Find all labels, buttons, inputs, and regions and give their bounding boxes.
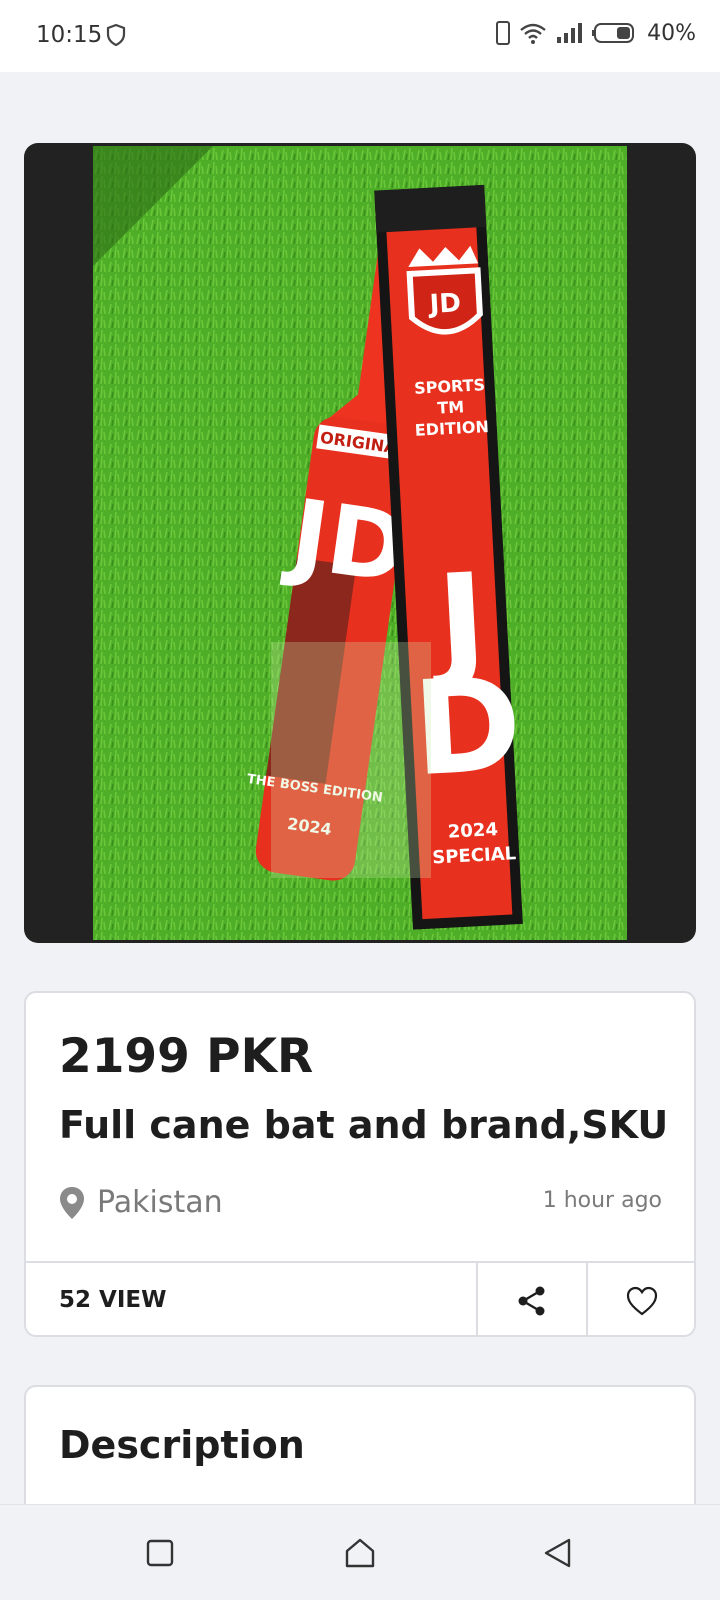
listing-location: Pakistan — [59, 1185, 223, 1220]
view-count: 52 VIEW — [59, 1287, 167, 1313]
listing-title: Full cane bat and brand,SKU — [59, 1103, 669, 1147]
heart-icon — [626, 1286, 658, 1316]
signal-icon — [557, 23, 583, 43]
system-nav-bar — [0, 1504, 720, 1600]
battery-icon — [592, 23, 635, 43]
cover-brand-text: JD — [427, 288, 462, 320]
recents-button[interactable] — [140, 1533, 180, 1573]
cover-line1-text: SPORTS — [414, 375, 486, 398]
posted-time: 1 hour ago — [542, 1188, 662, 1213]
cover-line2-text: TM — [437, 397, 465, 417]
listing-price: 2199 PKR — [59, 1029, 314, 1084]
location-pin-icon — [60, 1186, 84, 1219]
phone-icon — [496, 21, 511, 45]
share-icon — [518, 1286, 545, 1316]
shield-icon — [106, 23, 126, 47]
cover-special-text: SPECIAL — [432, 843, 517, 868]
share-button[interactable] — [478, 1263, 586, 1335]
product-photo: ORIGINAL JD THE BOSS EDITION 2024 JD SPO… — [93, 146, 627, 940]
wifi-icon — [520, 23, 546, 44]
status-icons: 40% — [495, 20, 696, 46]
home-icon — [345, 1538, 375, 1568]
back-triangle-icon — [544, 1538, 571, 1568]
favorite-button[interactable] — [588, 1263, 694, 1335]
cover-line3-text: EDITION — [414, 417, 489, 440]
status-bar: 10:15 40% — [0, 0, 720, 72]
battery-percent: 40% — [647, 20, 696, 46]
description-heading: Description — [59, 1423, 305, 1467]
location-text: Pakistan — [97, 1185, 223, 1220]
listing-info-card: 2199 PKR Full cane bat and brand,SKU Pak… — [24, 991, 696, 1337]
cover-year-text: 2024 — [447, 819, 498, 843]
back-button[interactable] — [538, 1533, 578, 1573]
status-time: 10:15 — [36, 22, 103, 48]
home-button[interactable] — [340, 1533, 380, 1573]
product-image[interactable]: ORIGINAL JD THE BOSS EDITION 2024 JD SPO… — [24, 143, 696, 943]
square-icon — [146, 1539, 174, 1567]
